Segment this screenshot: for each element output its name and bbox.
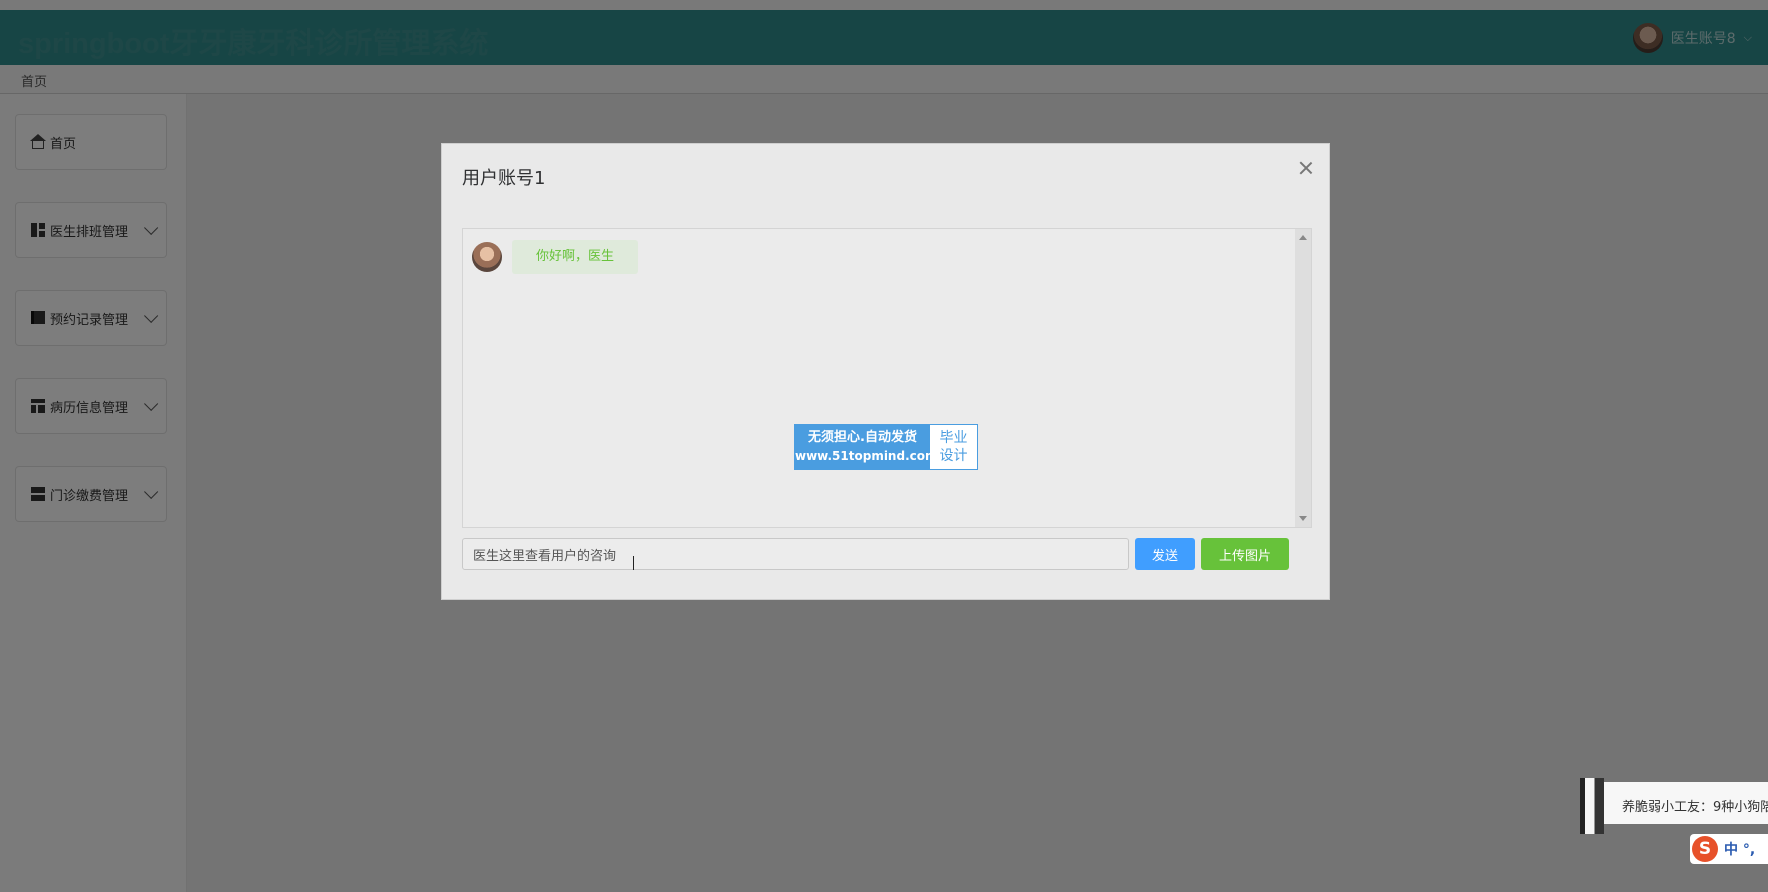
toast-text[interactable]: 养脆弱小工友：9种小狗陪 xyxy=(1622,796,1768,815)
toast-thumbnail xyxy=(1580,778,1604,834)
watermark-right-line1: 毕业 xyxy=(939,430,968,446)
watermark-left: 无须担心.自动发货 www.51topmind.com xyxy=(795,425,938,469)
watermark-right: 毕业 设计 xyxy=(930,425,977,469)
ime-logo-icon[interactable]: S xyxy=(1692,836,1718,862)
scroll-up-icon[interactable] xyxy=(1299,235,1307,240)
list-item: 你好啊，医生 xyxy=(472,240,639,274)
text-cursor-icon xyxy=(633,556,636,570)
upload-image-button[interactable]: 上传图片 xyxy=(1201,538,1289,570)
chat-scrollbar[interactable] xyxy=(1295,229,1311,527)
message-bubble: 你好啊，医生 xyxy=(512,240,639,274)
avatar xyxy=(472,242,502,272)
send-button[interactable]: 发送 xyxy=(1135,538,1195,570)
chat-history[interactable]: 你好啊，医生 无须担心.自动发货 www.51topmind.com 毕业 设计 xyxy=(462,228,1312,528)
scroll-down-icon[interactable] xyxy=(1299,516,1307,521)
watermark-url: www.51topmind.com xyxy=(795,449,938,463)
chat-dialog: 用户账号1 你好啊，医生 无须担心.自动发货 www.51topmind.com… xyxy=(441,143,1330,600)
watermark-badge: 无须担心.自动发货 www.51topmind.com 毕业 设计 xyxy=(794,424,978,470)
close-icon[interactable] xyxy=(1295,158,1317,180)
ime-toolbar[interactable]: S 中 °, xyxy=(1690,834,1768,864)
watermark-right-line2: 设计 xyxy=(939,448,968,464)
watermark-slogan: 无须担心.自动发货 xyxy=(808,430,917,445)
ime-mode[interactable]: 中 °, xyxy=(1724,839,1755,859)
page: springboot牙牙康牙科诊所管理系统 医生账号8 ⌵ 首页 首页 医生排班… xyxy=(0,0,1768,892)
message-input[interactable] xyxy=(462,538,1129,570)
dialog-title: 用户账号1 xyxy=(462,168,546,189)
message-composer: 发送 上传图片 xyxy=(462,538,1312,570)
